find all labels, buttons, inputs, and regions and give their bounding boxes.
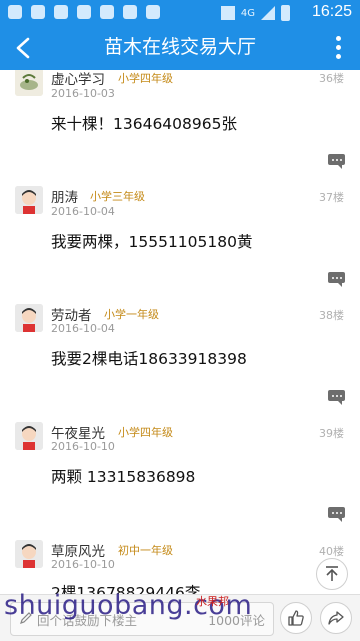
- avatar[interactable]: [15, 304, 43, 332]
- post-date: 2016-10-10: [51, 440, 115, 453]
- floor-number: 37楼: [319, 191, 344, 204]
- avatar[interactable]: [15, 422, 43, 450]
- qq-icon: [8, 5, 22, 19]
- user-name[interactable]: 朋涛: [51, 186, 78, 206]
- comment-text: 来十棵！13646408965张: [51, 115, 237, 133]
- app-icon: [100, 5, 114, 19]
- clock: 16:25: [311, 3, 352, 20]
- comment-text: 两颗 13315836898: [51, 468, 196, 486]
- wechat-icon: [31, 5, 45, 19]
- wifi-icon: [220, 6, 235, 20]
- avatar[interactable]: [15, 70, 43, 96]
- comment-item: 虚心学习 小学四年级 36楼 2016-10-03 来十棵！1364640896…: [0, 70, 360, 177]
- reply-icon[interactable]: [328, 507, 345, 522]
- app-bar: 苗木在线交易大厅: [0, 25, 360, 70]
- comment-list[interactable]: 虚心学习 小学四年级 36楼 2016-10-03 来十棵！1364640896…: [0, 70, 360, 594]
- post-date: 2016-10-03: [51, 87, 115, 100]
- floor-number: 38楼: [319, 309, 344, 322]
- status-left-icons: [8, 5, 160, 19]
- battery-icon: [281, 5, 290, 21]
- thumbs-up-icon: [288, 610, 304, 626]
- watermark-logo: 水果邦: [196, 595, 229, 608]
- comment-item: 劳动者 小学一年级 38楼 2016-10-04 我要2棵电话186339183…: [0, 294, 360, 412]
- floor-number: 36楼: [319, 72, 344, 85]
- avatar-plant-image: [15, 70, 43, 96]
- comment-item: 午夜星光 小学四年级 39楼 2016-10-10 两颗 13315836898: [0, 411, 360, 530]
- sync-icon: [77, 5, 91, 19]
- post-date: 2016-10-10: [51, 558, 115, 571]
- page-title: 苗木在线交易大厅: [103, 37, 256, 58]
- like-button[interactable]: [280, 602, 312, 634]
- post-date: 2016-10-04: [51, 205, 115, 218]
- reply-icon[interactable]: [328, 154, 345, 169]
- network-type: 4G: [240, 7, 255, 19]
- floor-number: 40楼: [319, 545, 344, 558]
- user-grade: 小学一年级: [104, 308, 159, 321]
- user-name[interactable]: 虚心学习: [51, 70, 105, 88]
- user-grade: 小学三年级: [90, 190, 145, 203]
- share-icon: [328, 611, 344, 625]
- reply-icon[interactable]: [328, 272, 345, 287]
- default-avatar-icon: [15, 186, 43, 214]
- user-name[interactable]: 草原风光: [51, 540, 105, 560]
- user-grade: 初中一年级: [118, 544, 173, 557]
- user-grade: 小学四年级: [118, 72, 173, 85]
- default-avatar-icon: [15, 540, 43, 568]
- chat-icon: [146, 5, 160, 19]
- reply-icon[interactable]: [328, 390, 345, 405]
- avatar[interactable]: [15, 186, 43, 214]
- comment-text: 我要两棵，15551105180黄: [51, 233, 253, 251]
- scroll-top-button[interactable]: [316, 558, 348, 590]
- usb-icon: [54, 5, 68, 19]
- image-icon: [123, 5, 137, 19]
- vertical-dots-icon: [326, 36, 350, 59]
- comment-item: 草原风光 初中一年级 40楼 2016-10-10 2棵13678829446李: [0, 529, 360, 594]
- comment-item: 朋涛 小学三年级 37楼 2016-10-04 我要两棵，15551105180…: [0, 176, 360, 295]
- user-grade: 小学四年级: [118, 426, 173, 439]
- user-name[interactable]: 劳动者: [51, 304, 92, 324]
- post-date: 2016-10-04: [51, 322, 115, 335]
- more-button[interactable]: [326, 33, 350, 63]
- comment-text: 我要2棵电话18633918398: [51, 350, 247, 368]
- user-name[interactable]: 午夜星光: [51, 422, 105, 442]
- status-right-icons: 4G: [220, 5, 290, 21]
- floor-number: 39楼: [319, 427, 344, 440]
- status-bar: 4G 16:25: [0, 0, 360, 25]
- default-avatar-icon: [15, 422, 43, 450]
- share-button[interactable]: [320, 602, 352, 634]
- avatar[interactable]: [15, 540, 43, 568]
- signal-icon: [261, 6, 275, 20]
- arrow-up-icon: [326, 566, 338, 581]
- default-avatar-icon: [15, 304, 43, 332]
